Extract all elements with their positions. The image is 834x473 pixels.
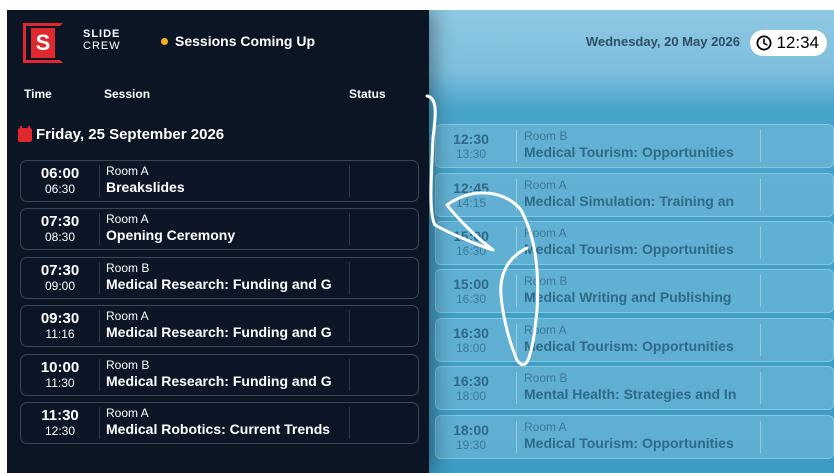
status-cell	[349, 213, 350, 245]
status-dot	[161, 37, 168, 45]
signage-frame: Wednesday, 20 May 2026 12:34 12:30 13:30 …	[7, 10, 834, 473]
column-header-status: Status	[349, 87, 386, 101]
session-title: Medical Tourism: Opportunities	[524, 144, 734, 160]
end-time: 18:00	[455, 389, 487, 403]
end-time: 16:30	[455, 292, 487, 306]
start-time: 07:30	[40, 213, 80, 230]
logo: S	[31, 28, 55, 58]
session-title: Medical Research: Funding and G	[106, 373, 332, 389]
session-title: Medical Tourism: Opportunities	[524, 435, 734, 451]
session-title: Mental Health: Strategies and In	[524, 386, 737, 402]
session-row: 07:30 08:30 Room A Opening Ceremony	[20, 208, 419, 250]
current-time: 12:34	[776, 33, 819, 52]
brand-name: SLIDE CREW	[83, 28, 121, 52]
brand-line-2: CREW	[83, 40, 121, 52]
clock-icon	[756, 35, 772, 51]
current-date: Wednesday, 20 May 2026	[585, 34, 740, 49]
end-time: 08:30	[44, 230, 76, 244]
upcoming-row: 16:30 18:00 Room B Mental Health: Strategi…	[435, 366, 834, 410]
start-time: 12:45	[453, 180, 489, 196]
calendar-icon	[18, 125, 32, 142]
start-time: 15:00	[453, 228, 489, 244]
end-time: 11:30	[45, 376, 75, 390]
start-time: 07:30	[40, 262, 80, 279]
room-label: Room A	[106, 309, 149, 323]
room-label: Room A	[524, 227, 567, 240]
session-title: Medical Tourism: Opportunities	[524, 338, 734, 354]
session-row: 07:30 09:00 Room B Medical Research: Fundi…	[20, 257, 419, 299]
end-time: 18:00	[455, 341, 487, 355]
session-title: Medical Simulation: Training an	[524, 193, 735, 209]
room-label: Room A	[106, 406, 149, 420]
start-time: 09:30	[40, 310, 80, 327]
sessions-panel: S SLIDE CREW Sessions Coming Up Time Ses…	[7, 10, 429, 473]
end-time: 19:30	[455, 438, 487, 452]
start-time: 06:00	[40, 165, 80, 182]
room-label: Room B	[524, 275, 568, 288]
room-label: Room A	[106, 212, 149, 226]
status-cell	[349, 262, 350, 294]
session-title: Breakslides	[106, 179, 185, 195]
room-label: Room A	[524, 421, 567, 434]
room-label: Room B	[524, 130, 568, 143]
session-title: Medical Tourism: Opportunities	[524, 241, 734, 257]
clock-badge: 12:34	[750, 30, 827, 56]
start-time: 11:30	[41, 407, 79, 424]
session-title: Medical Writing and Publishing	[524, 289, 732, 305]
end-time: 16:30	[455, 244, 487, 258]
session-title: Medical Robotics: Current Trends	[106, 421, 331, 437]
status-cell	[349, 165, 350, 197]
end-time: 13:30	[455, 147, 487, 161]
start-time: 12:30	[453, 131, 489, 147]
column-header-session: Session	[104, 87, 151, 101]
end-time: 12:30	[44, 424, 76, 438]
day-heading: Friday, 25 September 2026	[18, 125, 225, 143]
upcoming-row: 18:00 19:30 Room A Medical Tourism: Opport…	[435, 415, 834, 459]
upcoming-row: 15:00 16:30 Room A Medical Tourism: Opport…	[435, 221, 834, 265]
end-time: 09:00	[44, 279, 76, 293]
upcoming-row: 12:45 14:15 Room A Medical Simulation: Tra…	[435, 173, 834, 217]
room-label: Room A	[106, 164, 149, 178]
room-label: Room A	[524, 324, 567, 337]
start-time: 15:00	[453, 276, 489, 292]
session-title: Medical Research: Funding and G	[106, 276, 332, 292]
sessions-coming-up: Sessions Coming Up	[161, 33, 315, 49]
session-row: 09:30 11:16 Room A Medical Research: Fundi…	[20, 305, 419, 347]
upcoming-row: 16:30 18:00 Room A Medical Tourism: Opport…	[435, 318, 834, 362]
brand-line-1: SLIDE	[83, 28, 121, 40]
session-row: 11:30 12:30 Room A Medical Robotics: Curre…	[20, 402, 419, 444]
column-header-time: Time	[24, 87, 52, 101]
session-title: Medical Research: Funding and G	[106, 324, 332, 340]
session-row: 06:00 06:30 Room A Breakslides	[20, 160, 419, 202]
end-time: 06:30	[44, 182, 76, 196]
room-label: Room B	[106, 358, 150, 372]
status-cell	[349, 407, 350, 439]
start-time: 16:30	[453, 373, 489, 389]
room-label: Room B	[524, 372, 568, 385]
status-cell	[349, 359, 350, 391]
status-cell	[349, 310, 350, 342]
room-label: Room B	[106, 261, 150, 275]
session-row: 10:00 11:30 Room B Medical Research: Fundi…	[20, 354, 419, 396]
session-title: Opening Ceremony	[106, 227, 236, 243]
end-time: 14:15	[455, 196, 487, 210]
start-time: 18:00	[453, 422, 489, 438]
start-time: 10:00	[40, 359, 80, 376]
start-time: 16:30	[453, 325, 489, 341]
sessions-label: Sessions Coming Up	[175, 33, 316, 49]
room-label: Room A	[524, 179, 567, 192]
upcoming-row: 12:30 13:30 Room B Medical Tourism: Opport…	[435, 124, 834, 168]
end-time: 11:16	[45, 327, 75, 341]
day-label: Friday, 25 September 2026	[36, 126, 225, 143]
upcoming-row: 15:00 16:30 Room B Medical Writing and Pub…	[435, 269, 834, 313]
